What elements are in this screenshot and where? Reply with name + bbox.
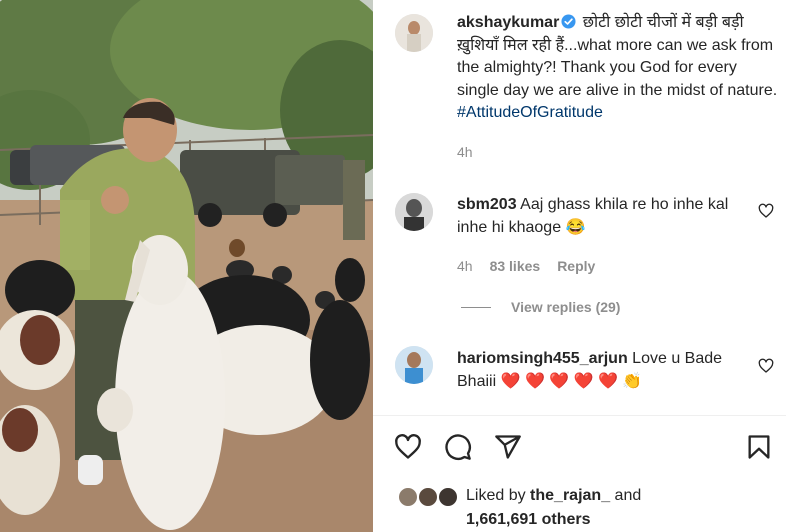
comment-username[interactable]: hariomsingh455_arjun xyxy=(457,350,628,367)
reply-button[interactable]: Reply xyxy=(557,258,595,274)
likes-conjunction: and xyxy=(614,487,642,504)
avatar-image xyxy=(395,346,433,384)
view-replies-label: View replies (29) xyxy=(511,299,621,315)
comment-username[interactable]: sbm203 xyxy=(457,196,517,213)
author-avatar[interactable] xyxy=(395,14,433,52)
actions-divider xyxy=(373,415,786,416)
bookmark-icon[interactable] xyxy=(745,433,773,461)
comment-item: hariomsingh455_arjun Love u Bade Bhaiii … xyxy=(457,347,747,393)
comment-like-heart-icon[interactable] xyxy=(758,203,774,219)
share-icon[interactable] xyxy=(494,433,522,461)
comment-like-heart-icon[interactable] xyxy=(758,358,774,374)
likes-prefix: Liked by xyxy=(466,487,526,504)
view-replies-line xyxy=(461,306,491,308)
avatar-image xyxy=(395,14,433,52)
liker-avatar[interactable] xyxy=(417,486,439,508)
photo-illustration xyxy=(0,0,373,532)
comment-icon[interactable] xyxy=(444,433,472,461)
comment-avatar[interactable] xyxy=(395,346,433,384)
heart-icon[interactable] xyxy=(394,433,422,461)
comment-time[interactable]: 4h xyxy=(457,258,473,274)
post-details-panel: akshaykumar छोटी छोटी चीजों में बड़ी बड़… xyxy=(373,0,786,532)
comment-item: sbm203 Aaj ghass khila re ho inhe kal in… xyxy=(457,193,747,239)
liker-avatar[interactable] xyxy=(397,486,419,508)
view-replies-button[interactable]: View replies (29) xyxy=(461,299,620,315)
caption-hashtag[interactable]: #AttitudeOfGratitude xyxy=(457,104,603,121)
author-username[interactable]: akshaykumar xyxy=(457,14,559,31)
likes-count[interactable]: 1,661,691 others xyxy=(466,511,591,528)
avatar-image xyxy=(395,193,433,231)
liked-by-user[interactable]: the_rajan_ xyxy=(530,487,610,504)
verified-badge-icon xyxy=(561,14,576,29)
comment-emoji: ❤️ ❤️ ❤️ ❤️ ❤️ 👏 xyxy=(500,373,643,390)
likes-summary: Liked by the_rajan_ and 1,661,691 others xyxy=(466,484,641,532)
post-photo[interactable] xyxy=(0,0,373,532)
comment-emoji: 😂 xyxy=(565,219,586,236)
comment-likes[interactable]: 83 likes xyxy=(490,258,541,274)
liker-avatar[interactable] xyxy=(437,486,459,508)
post-caption: akshaykumar छोटी छोटी चीजों में बड़ी बड़… xyxy=(457,12,779,125)
post-timestamp[interactable]: 4h xyxy=(457,144,473,160)
comment-meta: 4h 83 likes Reply xyxy=(457,258,595,274)
comment-avatar[interactable] xyxy=(395,193,433,231)
